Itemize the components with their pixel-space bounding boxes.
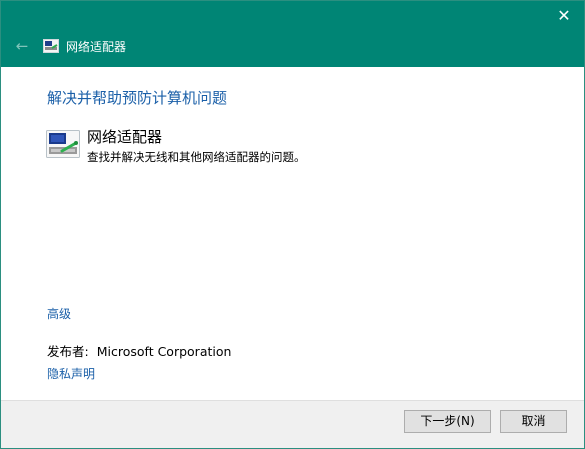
cancel-button[interactable]: 取消 bbox=[500, 410, 567, 433]
close-button[interactable]: ✕ bbox=[552, 5, 576, 27]
advanced-link[interactable]: 高级 bbox=[47, 305, 71, 323]
publisher-label: 发布者: bbox=[47, 344, 89, 359]
privacy-statement-link[interactable]: 隐私声明 bbox=[47, 365, 95, 383]
next-button[interactable]: 下一步(N) bbox=[404, 410, 491, 433]
footer-bar: 下一步(N) 取消 bbox=[1, 400, 584, 448]
troubleshooter-title: 网络适配器 bbox=[87, 128, 163, 146]
main-content: 解决并帮助预防计算机问题 网络适配器 查找并解决无线和其他网络适配器的问题。 高… bbox=[1, 67, 584, 400]
title-bar: ✕ ← 网络适配器 bbox=[1, 1, 584, 67]
troubleshooter-description: 查找并解决无线和其他网络适配器的问题。 bbox=[87, 150, 306, 164]
close-icon: ✕ bbox=[557, 6, 571, 25]
publisher-name: Microsoft Corporation bbox=[96, 344, 232, 359]
publisher-info: 发布者: Microsoft Corporation bbox=[47, 343, 231, 361]
page-heading: 解决并帮助预防计算机问题 bbox=[47, 89, 228, 107]
troubleshooter-window: ✕ ← 网络适配器 解决并帮助预防计算机问题 网络适配器 查找并解决无线和其他网… bbox=[0, 0, 585, 449]
network-adapter-icon bbox=[46, 130, 80, 158]
window-title: 网络适配器 bbox=[66, 40, 127, 54]
back-button[interactable]: ← bbox=[13, 37, 31, 55]
back-arrow-icon: ← bbox=[15, 37, 29, 55]
network-adapter-icon bbox=[43, 39, 59, 53]
